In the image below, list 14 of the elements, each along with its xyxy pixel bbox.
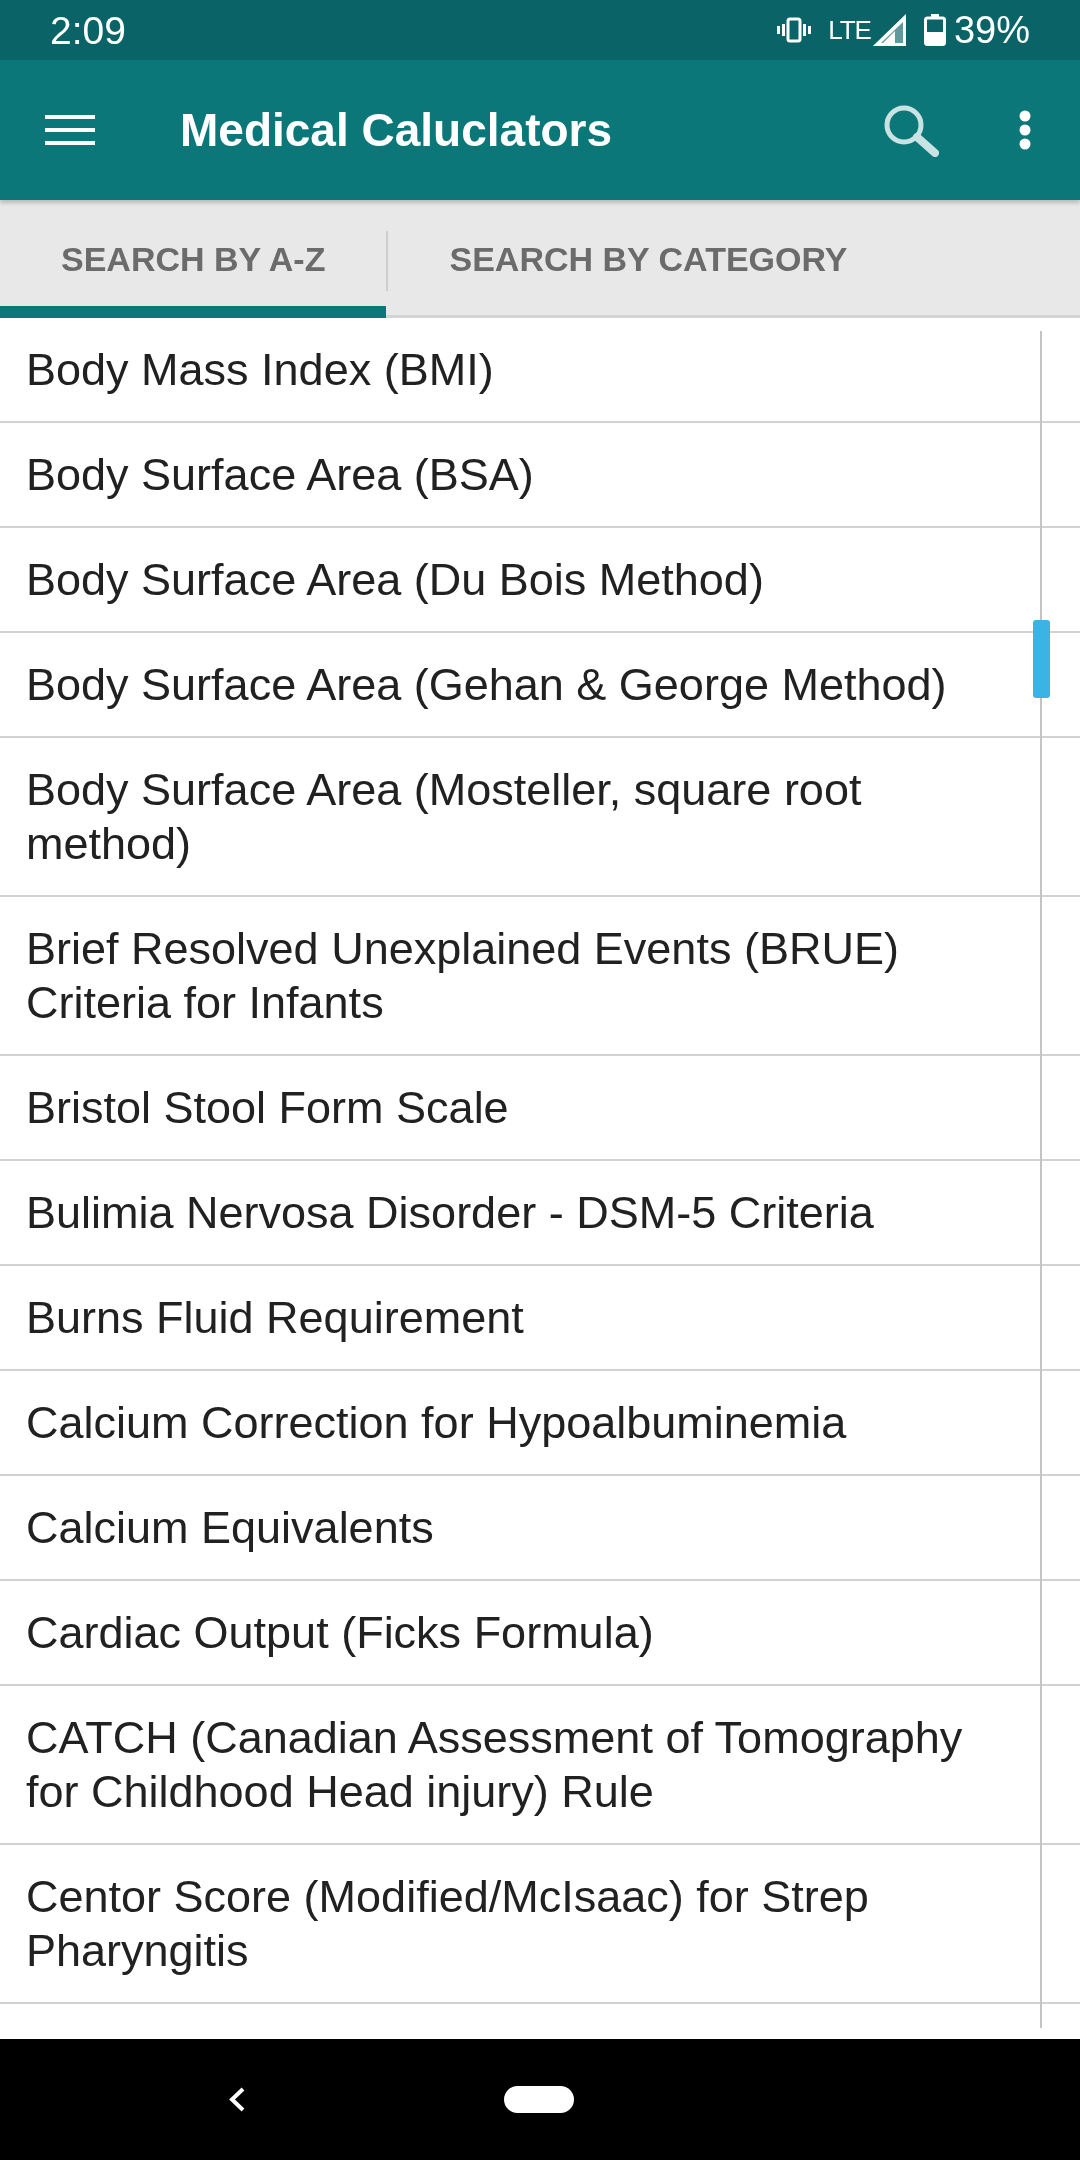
status-time: 2:09	[50, 10, 126, 50]
scrollbar-thumb[interactable]	[1033, 620, 1050, 698]
more-options-icon[interactable]	[1018, 110, 1032, 150]
back-icon[interactable]	[228, 2086, 246, 2113]
battery-icon	[923, 14, 946, 46]
search-icon[interactable]	[883, 103, 939, 157]
battery-percent: 39%	[953, 11, 1030, 49]
app-title: Medical Caluclators	[180, 107, 613, 153]
network-type: LTE	[828, 17, 871, 43]
menu-icon[interactable]	[45, 115, 95, 145]
vibrate-icon	[777, 17, 812, 43]
home-pill[interactable]	[504, 2086, 574, 2113]
tab[interactable]: SEARCH BY CATEGORY	[388, 200, 909, 318]
signal-icon	[872, 14, 906, 46]
